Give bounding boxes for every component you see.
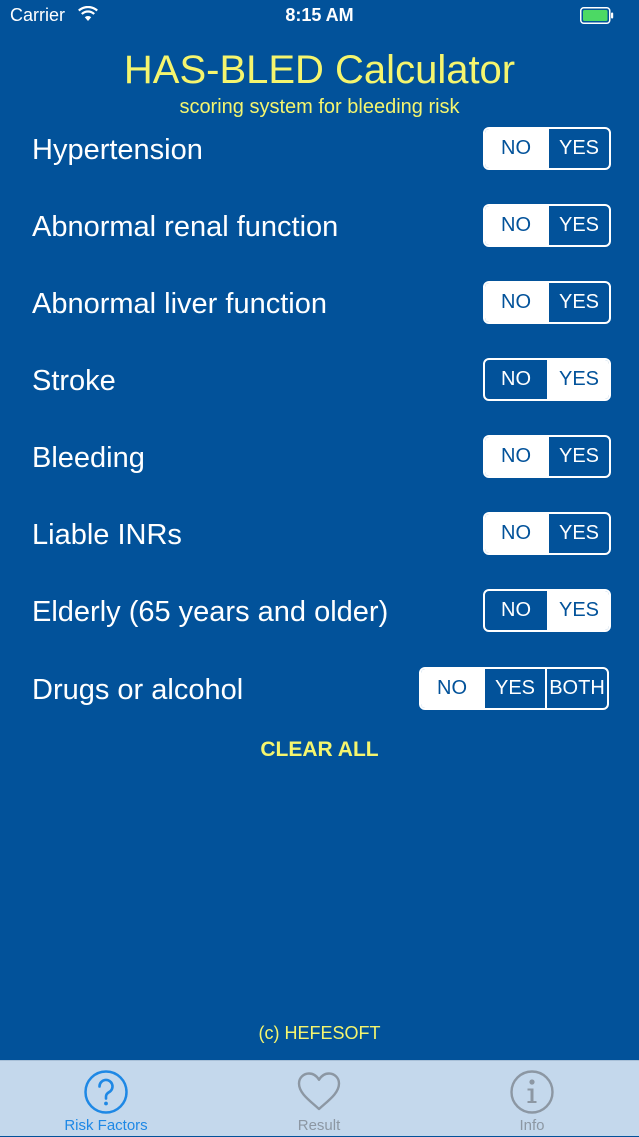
risk-label-drugs: Drugs or alcohol (32, 674, 244, 706)
page-title: HAS-BLED Calculator (123, 48, 516, 92)
liver-yes-option[interactable]: YES (547, 283, 609, 322)
drugs-yes-option[interactable]: YES (483, 669, 545, 708)
risk-row-liver: Abnormal liver function NO YES (0, 281, 639, 327)
risk-row-renal: Abnormal renal function NO YES (0, 204, 639, 250)
bleeding-yes-option[interactable]: YES (547, 437, 609, 476)
elderly-yes-option[interactable]: YES (547, 591, 609, 630)
tab-label-risk-factors: Risk Factors (64, 1117, 148, 1134)
drugs-no-option[interactable]: NO (421, 669, 483, 708)
inr-no-option[interactable]: NO (485, 514, 547, 553)
clock: 8:15 AM (285, 5, 354, 25)
inr-toggle: NO YES (483, 512, 611, 555)
risk-label-inr: Liable INRs (32, 519, 182, 551)
risk-row-stroke: Stroke NO YES (0, 358, 639, 404)
status-bar: Carrier 8:15 AM (0, 0, 639, 34)
risk-label-renal: Abnormal renal function (32, 211, 339, 243)
tab-label-result: Result (297, 1117, 341, 1134)
info-circle-icon (510, 1070, 554, 1114)
hypertension-toggle: NO YES (483, 127, 611, 170)
heart-icon (297, 1072, 341, 1111)
clear-all-button[interactable]: CLEAR ALL (0, 738, 639, 762)
page-subtitle: scoring system for bleeding risk (179, 96, 460, 118)
drugs-both-option[interactable]: BOTH (545, 669, 607, 708)
risk-row-hypertension: Hypertension NO YES (0, 127, 639, 173)
bleeding-no-option[interactable]: NO (485, 437, 547, 476)
risk-label-bleeding: Bleeding (32, 442, 145, 474)
inr-yes-option[interactable]: YES (547, 514, 609, 553)
liver-no-option[interactable]: NO (485, 283, 547, 322)
liver-toggle: NO YES (483, 281, 611, 324)
stroke-toggle: NO YES (483, 358, 611, 401)
risk-label-stroke: Stroke (32, 365, 116, 397)
risk-row-inr: Liable INRs NO YES (0, 512, 639, 558)
tab-label-info: Info (519, 1117, 545, 1134)
tab-result[interactable]: Result (239, 1061, 399, 1137)
question-circle-icon (84, 1070, 128, 1114)
renal-toggle: NO YES (483, 204, 611, 247)
risk-label-hypertension: Hypertension (32, 134, 203, 166)
renal-no-option[interactable]: NO (485, 206, 547, 245)
stroke-no-option[interactable]: NO (485, 360, 547, 399)
battery-icon (580, 7, 614, 24)
elderly-no-option[interactable]: NO (485, 591, 547, 630)
bleeding-toggle: NO YES (483, 435, 611, 478)
hypertension-yes-option[interactable]: YES (547, 129, 609, 168)
renal-yes-option[interactable]: YES (547, 206, 609, 245)
copyright-text: (c) HEFESOFT (258, 1023, 381, 1043)
tab-risk-factors[interactable]: Risk Factors (26, 1061, 186, 1137)
risk-row-drugs: Drugs or alcohol NO YES BOTH (0, 667, 639, 713)
risk-row-elderly: Elderly (65 years and older) NO YES (0, 589, 639, 635)
risk-label-elderly: Elderly (65 years and older) (32, 596, 389, 628)
tab-info[interactable]: Info (452, 1061, 612, 1137)
stroke-yes-option[interactable]: YES (547, 360, 609, 399)
risk-row-bleeding: Bleeding NO YES (0, 435, 639, 481)
elderly-toggle: NO YES (483, 589, 611, 632)
drugs-toggle: NO YES BOTH (419, 667, 609, 710)
risk-label-liver: Abnormal liver function (32, 288, 327, 320)
hypertension-no-option[interactable]: NO (485, 129, 547, 168)
tab-bar: Risk Factors Result Info (0, 1060, 639, 1136)
